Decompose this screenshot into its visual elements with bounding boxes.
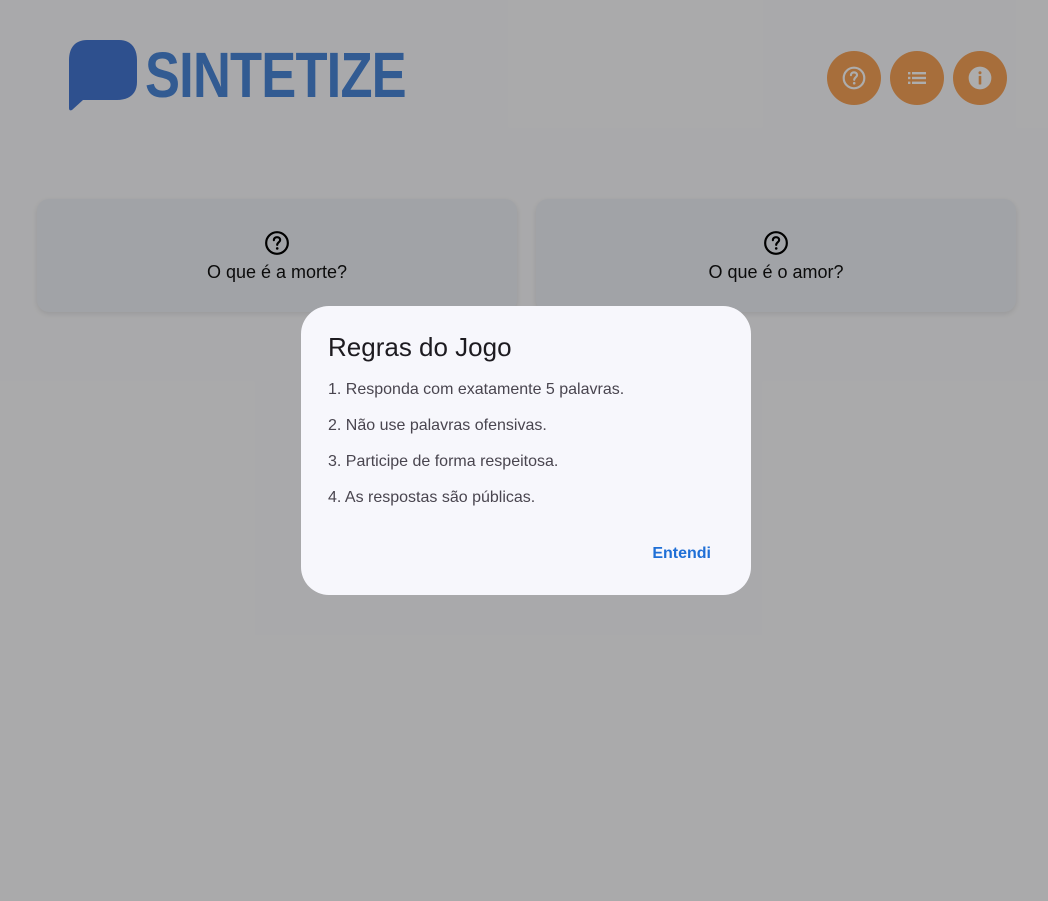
confirm-button[interactable]: Entendi: [652, 545, 711, 563]
rules-list: 1. Responda com exatamente 5 palavras. 2…: [328, 380, 711, 508]
rule-item: 1. Responda com exatamente 5 palavras.: [328, 381, 625, 398]
dialog-actions: Entendi: [652, 545, 711, 563]
dialog-title: Regras do Jogo: [328, 332, 512, 362]
rule-item: 4. As respostas são públicas.: [328, 489, 536, 506]
rule-item: 2. Não use palavras ofensivas.: [328, 417, 547, 434]
rule-item: 3. Participe de forma respeitosa.: [328, 453, 559, 470]
rules-dialog: Regras do Jogo 1. Responda com exatament…: [301, 306, 751, 595]
